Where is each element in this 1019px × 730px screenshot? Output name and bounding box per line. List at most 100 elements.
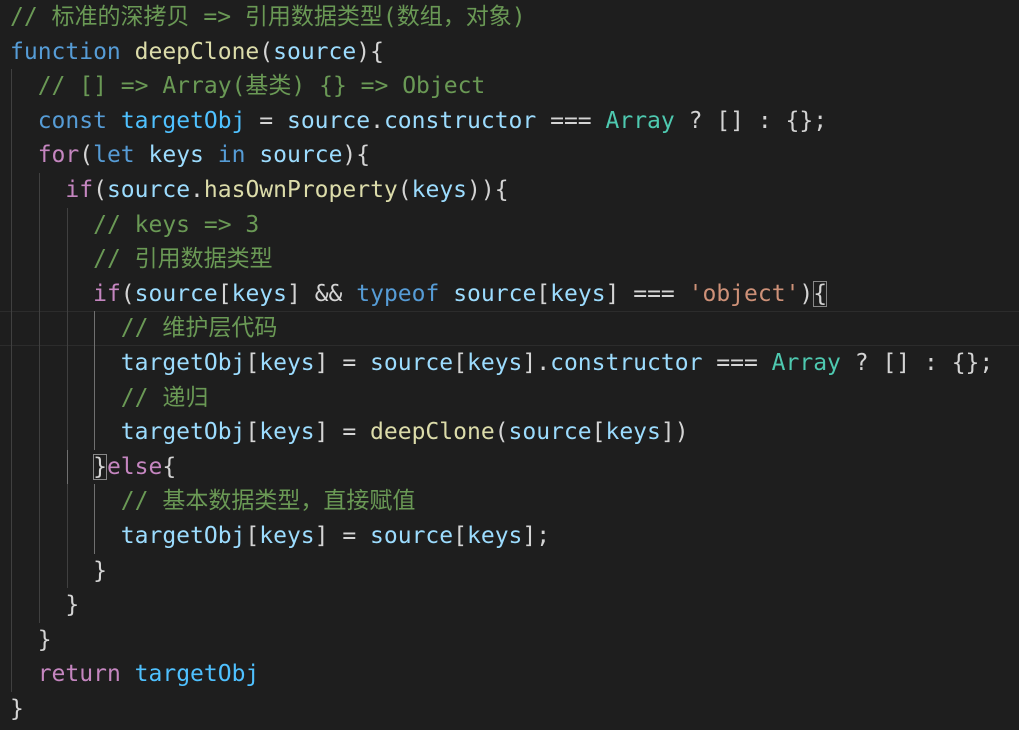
code-token: for [37,142,80,169]
code-token: targetObj [120,419,246,446]
code-token: return [37,661,121,688]
indent-guide [11,345,13,381]
code-line: // 标准的深拷贝 => 引用数据类型(数组，对象) [10,0,993,35]
code-token: . [370,107,384,134]
indent-guide [39,415,41,450]
indent-guide [11,622,13,658]
indent-guide [94,380,96,416]
code-line: } [10,692,993,727]
code-token: constructor [383,107,537,134]
code-token: { [162,453,177,480]
code-token: source [286,107,371,134]
code-line: return targetObj [10,657,993,692]
code-line: targetObj[keys] = source[keys].construct… [10,345,994,381]
code-line: }else{ [10,449,993,485]
code-token: } [93,453,107,480]
indent-guide [11,380,13,416]
code-token: ( [494,419,509,446]
code-token: if [65,176,94,203]
code-line: // 维护层代码 [10,311,993,346]
code-token: ] = [314,522,371,549]
code-token: = [245,107,287,134]
code-token: ? [] : {}; [674,107,828,134]
indent-guide [94,415,96,450]
indent-guide [39,449,41,485]
indent-guide [66,415,68,450]
code-comment: // 标准的深拷贝 => 引用数据类型(数组，对象) [10,4,526,30]
code-token: keys [467,349,523,376]
indent-guide [11,449,13,485]
indent-guide [94,518,96,554]
code-line: targetObj[keys] = deepClone(source[keys]… [10,415,993,450]
code-editor[interactable]: // 标准的深拷贝 => 引用数据类型(数组，对象) function deepC… [0,0,1019,730]
indent-guide [66,380,68,416]
indent-guide [11,172,13,208]
code-token: constructor [550,349,703,376]
indent-guide [11,657,13,692]
indent-guide [66,276,68,312]
code-comment: // 基本数据类型，直接赋值 [120,488,416,515]
indent-guide [39,518,41,554]
indent-guide [11,103,13,139]
code-token: keys [148,142,204,169]
code-token: ( [120,280,135,307]
code-token: . [190,176,204,203]
code-token: [ [217,280,232,307]
code-token: source [106,176,191,203]
indent-guide [39,484,41,519]
code-token: keys [467,522,523,549]
indent-guide [66,518,68,554]
code-token: [ [453,522,467,549]
code-token: targetObj [120,349,246,376]
code-token: ( [259,38,274,65]
code-line: } [10,622,993,658]
indent-guide [11,415,13,450]
code-token: } [93,557,107,584]
code-token: ( [397,176,412,203]
code-line: // 引用数据类型 [10,242,993,277]
indent-guide [39,588,41,623]
indent-guide [11,207,13,243]
code-token: keys [411,176,468,203]
indent-guide [66,449,68,485]
code-token: Array [605,107,675,134]
code-token: source [259,142,343,169]
code-token: source [508,419,592,446]
indent-guide [66,345,68,381]
code-token: [ [453,349,467,376]
code-token: ( [93,176,107,203]
code-token: typeof [356,280,440,307]
code-token: } [10,695,24,722]
indent-guide [39,380,41,416]
code-token: function [10,38,121,65]
indent-guide [11,311,13,346]
indent-guide [11,518,13,554]
indent-guide [66,553,68,589]
indent-guide [66,311,68,346]
code-comment: // keys => 3 [93,211,260,238]
code-token: ] && [287,280,357,307]
code-token: [ [245,419,260,446]
code-token: } [65,592,80,619]
code-token: ? [] : {}; [840,349,994,376]
code-token: source [453,280,537,307]
indent-guide [39,242,41,277]
indent-guide [39,345,41,381]
code-token: ]. [522,349,551,376]
indent-guide [66,207,68,243]
code-token: keys [605,419,661,446]
code-token: source [370,522,454,549]
indent-guide [11,276,13,312]
